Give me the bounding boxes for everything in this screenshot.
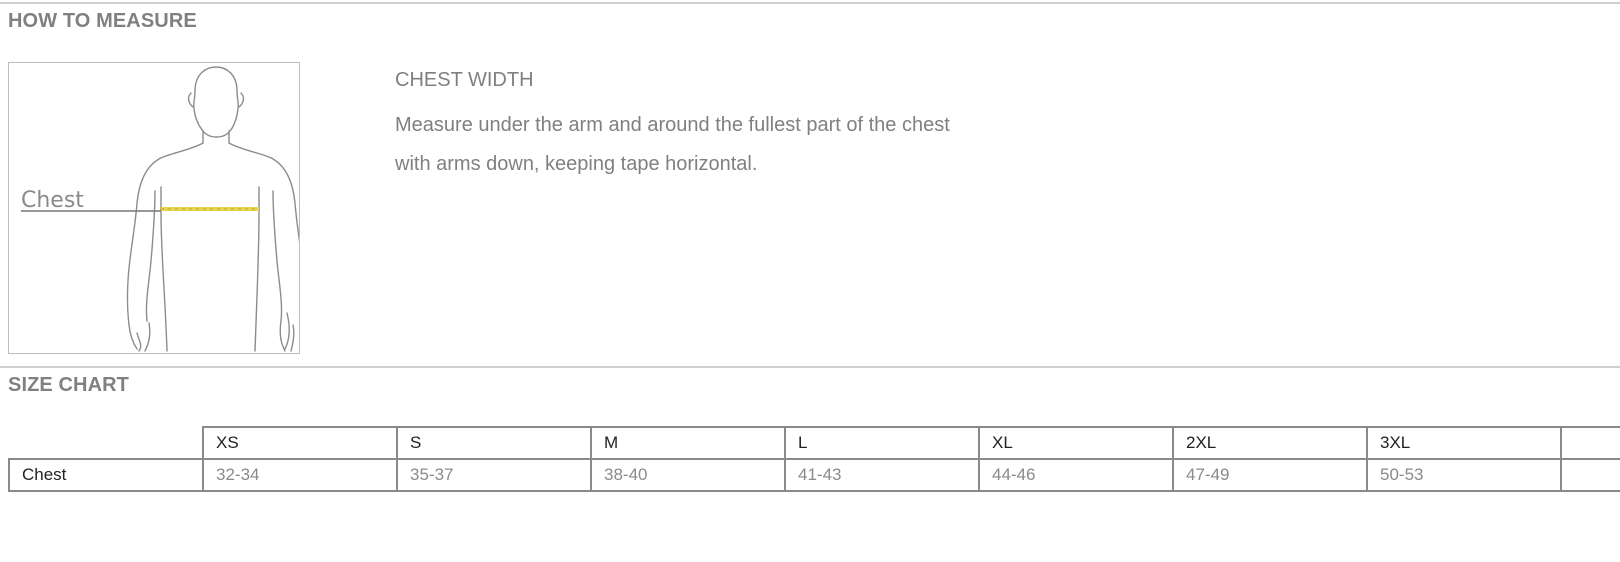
body-measurement-figure: Chest [8, 62, 300, 354]
size-header-s: S [396, 426, 592, 460]
chest-value-l: 41-43 [784, 458, 980, 492]
size-header-l: L [784, 426, 980, 460]
size-header-xl: XL [978, 426, 1174, 460]
size-chart-heading: SIZE CHART [8, 374, 129, 396]
row-label-chest: Chest [8, 458, 204, 492]
size-header-row: XS S M L XL 2XL 3XL [9, 426, 1620, 460]
size-header-2xl: 2XL [1172, 426, 1368, 460]
top-divider [0, 2, 1620, 4]
chest-value-extra [1560, 458, 1620, 492]
chest-value-s: 35-37 [396, 458, 592, 492]
measure-description-line-1: Measure under the arm and around the ful… [395, 114, 950, 136]
table-corner-cell [9, 427, 204, 460]
chest-value-xl: 44-46 [978, 458, 1174, 492]
chest-value-xs: 32-34 [202, 458, 398, 492]
size-chart-table: XS S M L XL 2XL 3XL Chest 32-34 35-37 38… [8, 426, 1620, 492]
chest-value-2xl: 47-49 [1172, 458, 1368, 492]
middle-divider [0, 366, 1620, 368]
size-header-m: M [590, 426, 786, 460]
size-header-xs: XS [202, 426, 398, 460]
chest-value-3xl: 50-53 [1366, 458, 1562, 492]
size-header-extra [1560, 426, 1620, 460]
measure-title: CHEST WIDTH [395, 69, 534, 91]
body-outline-illustration: Chest [21, 66, 299, 352]
measure-description-line-2: with arms down, keeping tape horizontal. [395, 153, 758, 175]
table-row: Chest 32-34 35-37 38-40 41-43 44-46 47-4… [8, 458, 1620, 492]
size-header-3xl: 3XL [1366, 426, 1562, 460]
chest-figure-label: Chest [21, 188, 84, 213]
measure-instructions: CHEST WIDTH Measure under the arm and ar… [395, 67, 1035, 184]
chest-value-m: 38-40 [590, 458, 786, 492]
how-to-measure-heading: HOW TO MEASURE [8, 10, 197, 32]
